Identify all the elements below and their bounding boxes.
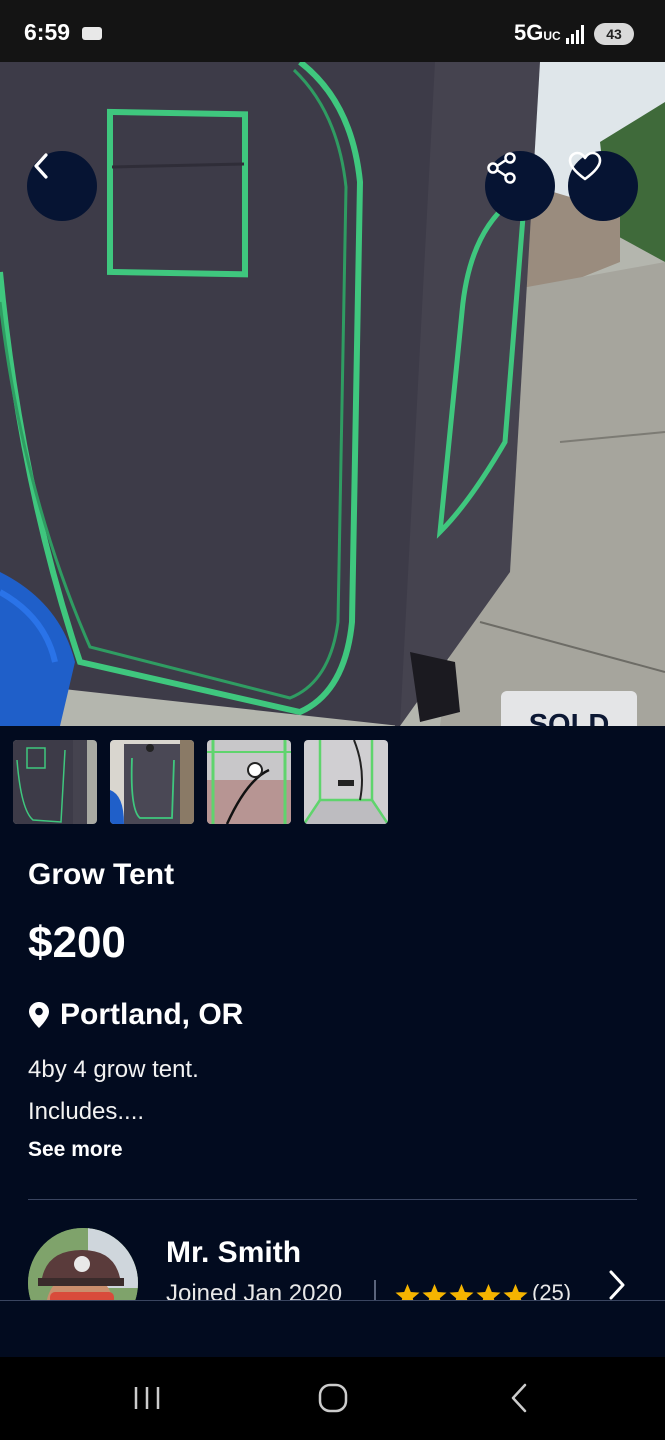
seller-rating-stars <box>394 1283 529 1300</box>
seller-row[interactable]: Mr. Smith Joined Jan 2020 (25) <box>0 1200 665 1300</box>
home-button[interactable] <box>308 1377 358 1419</box>
status-time: 6:59 <box>24 19 71 45</box>
thumbnail-1[interactable] <box>13 740 97 824</box>
description-line-2: Includes.... <box>28 1098 145 1125</box>
thumbnail-3[interactable] <box>207 740 291 824</box>
share-icon <box>487 152 516 184</box>
chevron-right-icon <box>609 1270 625 1300</box>
recent-apps-icon <box>134 1387 160 1409</box>
network-suffix: UC <box>543 29 561 43</box>
star-icon <box>503 1284 528 1300</box>
grow-tent-photo <box>0 62 665 726</box>
back-arrow-icon <box>511 1383 527 1413</box>
thumbnail-image <box>110 740 194 824</box>
chevron-left-icon <box>34 153 48 179</box>
listing-price: $200 <box>28 918 126 967</box>
star-icon <box>476 1284 501 1300</box>
network-type: 5G <box>514 20 544 45</box>
see-more-link[interactable]: See more <box>28 1138 123 1162</box>
share-button[interactable] <box>485 151 555 221</box>
message-notification-icon <box>82 27 102 40</box>
location-text: Portland, OR <box>60 998 244 1031</box>
home-icon <box>318 1383 348 1413</box>
back-button[interactable] <box>27 151 97 221</box>
thumbnail-image <box>207 740 291 824</box>
thumbnail-image <box>13 740 97 824</box>
thumbnail-2[interactable] <box>110 740 194 824</box>
seller-rating-count: (25) <box>532 1280 572 1300</box>
battery-level: 43 <box>594 23 634 45</box>
star-icon <box>395 1284 420 1300</box>
signal-icon <box>566 25 584 44</box>
listing-location: Portland, OR <box>28 996 243 1034</box>
seller-joined-date: Joined Jan 2020 <box>166 1280 343 1300</box>
description-line-1: 4by 4 grow tent. <box>28 1056 199 1083</box>
listing-title: Grow Tent <box>28 858 175 891</box>
favorite-button[interactable] <box>568 151 638 221</box>
recent-apps-button[interactable] <box>122 1377 172 1419</box>
listing-photo[interactable]: SOLD <box>0 62 665 726</box>
system-back-button[interactable] <box>494 1377 544 1419</box>
map-pin-icon <box>29 1002 49 1028</box>
thumbnail-image <box>304 740 388 824</box>
heart-icon <box>568 151 602 181</box>
star-icon <box>449 1284 474 1300</box>
status-bar: 6:59 5GUC 43 <box>0 0 665 62</box>
avatar <box>28 1228 138 1300</box>
seller-name: Mr. Smith <box>166 1236 302 1269</box>
thumbnail-4[interactable] <box>304 740 388 824</box>
seller-avatar-image <box>28 1228 138 1300</box>
network-indicator: 5GUC <box>514 20 561 46</box>
system-nav-bar <box>0 1357 665 1440</box>
star-icon <box>422 1284 447 1300</box>
separator <box>374 1280 376 1300</box>
sold-badge: SOLD <box>501 691 637 726</box>
bottom-divider <box>0 1300 665 1301</box>
